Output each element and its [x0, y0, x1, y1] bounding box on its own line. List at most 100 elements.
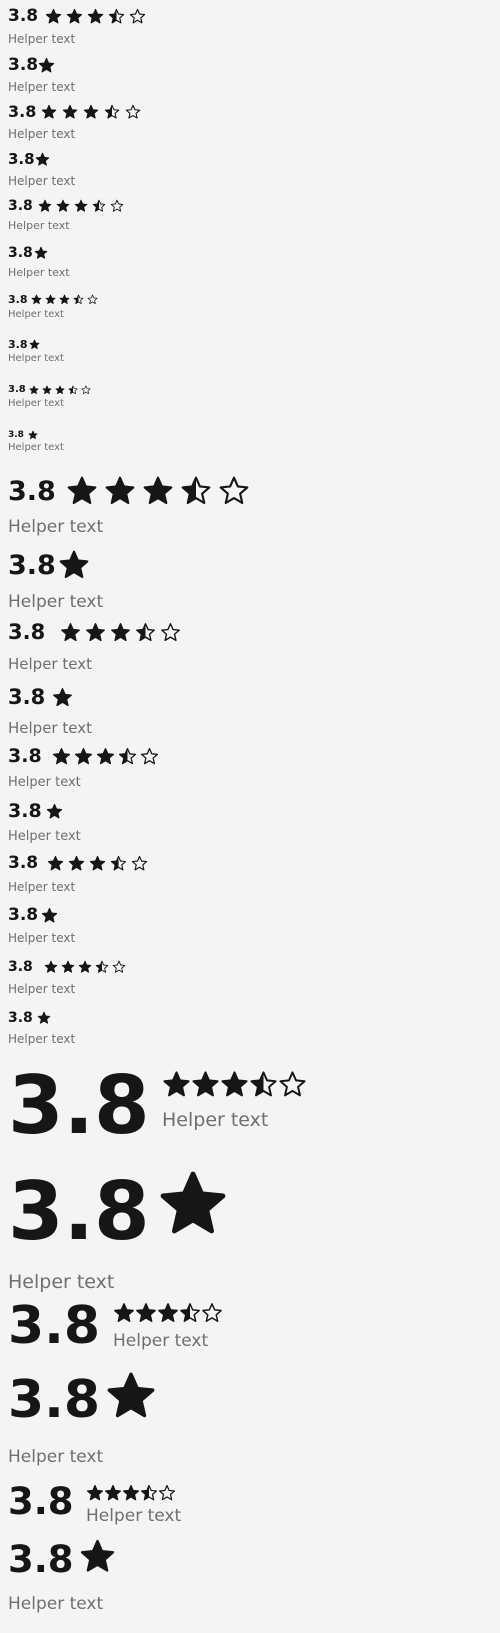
- star-filled-icon: [74, 747, 93, 765]
- rating-value: 3.8: [8, 1296, 101, 1356]
- rating-value: 3.8: [8, 549, 56, 581]
- rating-value: 3.8: [8, 905, 39, 925]
- rating-value: 3.8: [8, 338, 28, 351]
- rating-item: 3.8 Helper text: [8, 747, 488, 789]
- star-filled-icon: [62, 104, 78, 119]
- rating-item: 3.8 Helper text: [8, 293, 488, 320]
- rating-value: 3.8: [8, 800, 42, 822]
- star-filled-icon: [61, 623, 80, 642]
- star-filled-icon: [55, 385, 65, 395]
- rating-item: 3.8 Helper text: [8, 430, 488, 453]
- rating-value: 3.8: [8, 150, 35, 168]
- rating-value: 3.8: [8, 384, 26, 395]
- star-filled-icon: [47, 855, 64, 871]
- rating-stars: [38, 199, 124, 213]
- star-filled-icon: [74, 199, 88, 212]
- rating-value: 3.8: [8, 959, 33, 975]
- rating-value: 3.8: [8, 6, 39, 26]
- rating-value: 3.8: [8, 1059, 150, 1152]
- rating-stars: [41, 907, 58, 924]
- star-empty-icon: [87, 294, 98, 304]
- star-empty-icon: [110, 199, 124, 212]
- rating-stars: [44, 960, 126, 974]
- helper-text: Helper text: [8, 982, 76, 996]
- rating-stars: [86, 1484, 176, 1502]
- star-filled-icon: [87, 8, 104, 24]
- star-filled-icon: [61, 960, 75, 973]
- star-half-icon: [181, 476, 211, 505]
- helper-text: Helper text: [86, 1506, 182, 1526]
- star-filled-icon: [56, 199, 70, 212]
- rating-stars: [34, 246, 48, 260]
- star-empty-icon: [81, 385, 91, 395]
- star-empty-icon: [279, 1071, 306, 1097]
- star-filled-icon: [29, 385, 39, 395]
- rating-item: 3.8 Helper text: [8, 57, 488, 94]
- rating-item: 3.8 Helper text: [8, 102, 488, 140]
- rating-item: 3.8 Helper text: [8, 622, 488, 672]
- helper-text: Helper text: [8, 442, 64, 453]
- star-empty-icon: [125, 104, 141, 119]
- star-half-icon: [118, 747, 137, 765]
- star-empty-icon: [129, 8, 146, 24]
- rating-item: 3.8 Helper text: [8, 6, 488, 45]
- star-empty-icon: [219, 476, 249, 505]
- star-filled-icon: [107, 1372, 155, 1418]
- rating-value: 3.8: [8, 102, 37, 121]
- helper-text: Helper text: [8, 880, 76, 894]
- rating-stars: [38, 57, 55, 74]
- star-filled-icon: [29, 339, 40, 349]
- star-filled-icon: [111, 623, 130, 642]
- star-filled-icon: [46, 803, 63, 819]
- helper-text: Helper text: [8, 32, 76, 46]
- rating-stars: [31, 294, 98, 305]
- helper-text: Helper text: [8, 829, 81, 844]
- rating-item: 3.8 Helper text: [8, 685, 488, 736]
- rating-value: 3.8: [8, 853, 39, 873]
- rating-stars: [52, 687, 73, 708]
- star-half-icon: [73, 294, 84, 304]
- helper-text: Helper text: [162, 1109, 269, 1131]
- star-filled-icon: [45, 8, 62, 24]
- star-filled-icon: [68, 855, 85, 871]
- helper-text: Helper text: [8, 353, 64, 364]
- helper-text: Helper text: [8, 517, 104, 537]
- rating-value: 3.8: [8, 685, 46, 709]
- star-filled-icon: [78, 960, 92, 973]
- rating-stars: [45, 8, 146, 25]
- star-filled-icon: [83, 104, 99, 119]
- rating-item: 3.8 Helper text: [8, 800, 488, 844]
- rating-stars: [52, 747, 159, 766]
- rating-stars: [113, 1302, 223, 1324]
- star-empty-icon: [140, 747, 159, 765]
- rating-value: 3.8: [8, 475, 56, 507]
- star-empty-icon: [161, 623, 180, 642]
- rating-value: 3.8: [8, 293, 28, 306]
- rating-stars: [66, 475, 250, 507]
- star-half-icon: [108, 8, 125, 24]
- star-filled-icon: [53, 688, 72, 707]
- star-filled-icon: [192, 1071, 219, 1097]
- rating-value: 3.8: [8, 245, 33, 261]
- rating-value: 3.8: [8, 1538, 74, 1581]
- helper-text: Helper text: [8, 1594, 104, 1614]
- rating-value: 3.8: [8, 1010, 33, 1026]
- star-filled-icon: [221, 1071, 248, 1097]
- helper-text: Helper text: [8, 1447, 104, 1467]
- rating-stars: [58, 549, 90, 581]
- helper-text: Helper text: [8, 398, 64, 409]
- helper-text: Helper text: [8, 80, 76, 94]
- star-filled-icon: [160, 1171, 226, 1234]
- rating-item: 3.8 Helper text: [8, 245, 488, 278]
- star-filled-icon: [44, 960, 58, 973]
- star-filled-icon: [136, 1303, 156, 1322]
- helper-text: Helper text: [8, 655, 92, 673]
- star-filled-icon: [31, 294, 42, 304]
- rating-value: 3.8: [8, 1480, 74, 1523]
- rating-stars: [157, 1168, 229, 1240]
- rating-item: 3.8 Helper text: [8, 475, 488, 536]
- star-half-icon: [104, 104, 120, 119]
- star-filled-icon: [86, 623, 105, 642]
- rating-item: 3.8 Helper text: [8, 384, 488, 409]
- rating-stars: [79, 1538, 116, 1575]
